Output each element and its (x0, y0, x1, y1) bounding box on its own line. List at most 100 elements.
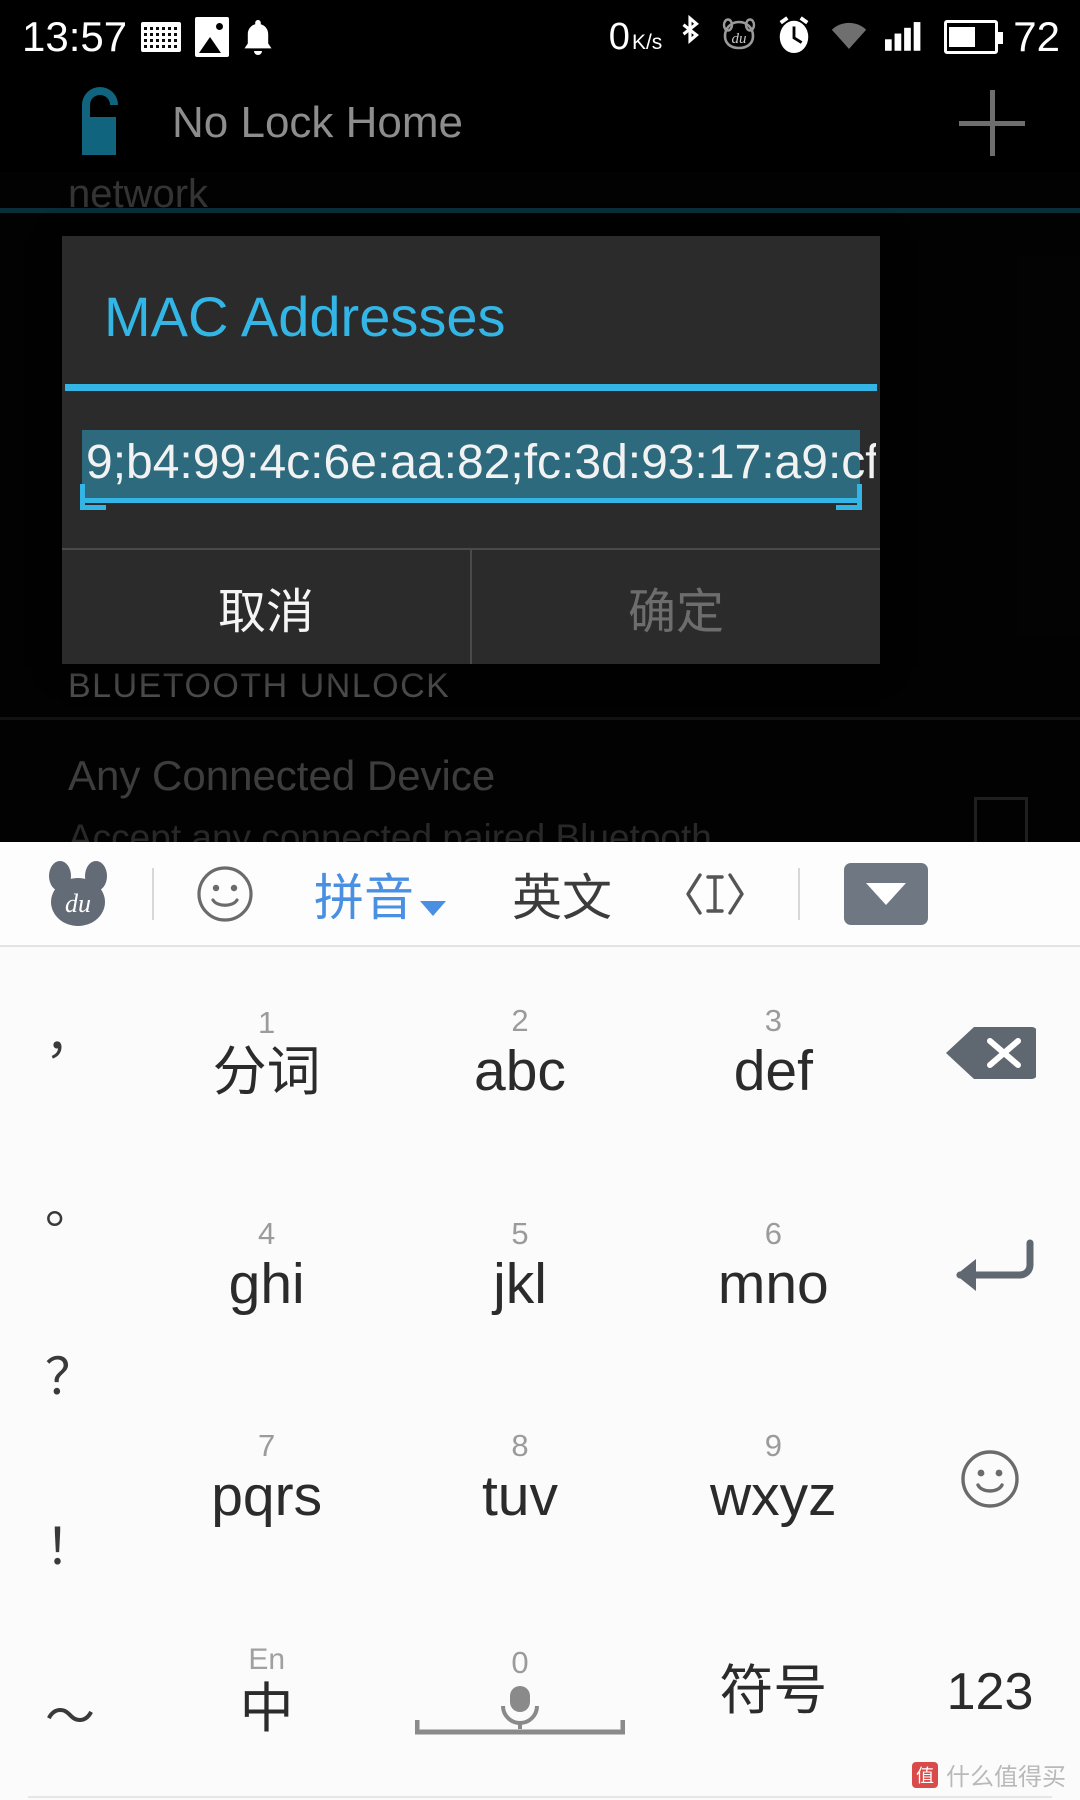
key-8-label: tuv (481, 1464, 559, 1529)
keyboard-toolbar: du 拼音 英文 (0, 842, 1080, 947)
key-space[interactable]: 0 (393, 1585, 646, 1798)
chevron-down-collapse-button[interactable] (844, 862, 928, 925)
enter-key[interactable] (900, 1160, 1080, 1373)
smiley-icon (960, 1449, 1020, 1509)
key-1-label: 分词 (212, 1041, 321, 1102)
backspace-icon (944, 1023, 1037, 1083)
status-clock: 13:57 (22, 13, 128, 60)
notification-bell-icon (243, 17, 273, 57)
mac-address-input[interactable]: 9;b4:99:4c:6e:aa:82;fc:3d:93:17:a9:cf (80, 426, 876, 510)
key-9-number: 9 (764, 1428, 782, 1464)
keyboard-body: ， 。 ？ ！ ～ 1 分词 2 abc 3 def 4 ghi 5 jkl 6… (0, 947, 1080, 1798)
photo-icon (195, 17, 230, 57)
selection-handle-right[interactable] (836, 484, 862, 510)
wifi-icon (828, 18, 870, 56)
key-5[interactable]: 5 jkl (393, 1160, 646, 1373)
smiley-icon[interactable] (196, 865, 254, 923)
enter-icon (946, 1239, 1034, 1293)
status-bar: 13:57 0 K/s du 72 (0, 0, 1080, 74)
key-2[interactable]: 2 abc (393, 947, 646, 1160)
mac-addresses-dialog: MAC Addresses 9;b4:99:4c:6e:aa:82;fc:3d:… (62, 236, 880, 664)
key-symbols[interactable]: 符号 (647, 1585, 900, 1798)
keypad-row-1: 1 分词 2 abc 3 def (28, 947, 1052, 1798)
key-9-label: wxyz (709, 1464, 837, 1529)
key-6-number: 6 (764, 1215, 782, 1251)
net-speed-unit: K/s (631, 30, 663, 54)
key-symbols-label: 符号 (719, 1661, 828, 1722)
svg-text:du: du (65, 889, 91, 918)
network-speed: 0 K/s (609, 16, 662, 59)
watermark-badge: 值 (912, 1761, 938, 1788)
tab-english[interactable]: 英文 (512, 858, 612, 930)
key-8[interactable]: 8 tuv (393, 1373, 646, 1586)
key-3-label: def (733, 1038, 813, 1103)
key-tilde[interactable]: ～ (0, 1628, 140, 1798)
unlock-icon (70, 83, 130, 164)
dialog-title: MAC Addresses (104, 285, 506, 348)
alarm-icon (775, 15, 813, 60)
dialog-title-divider (65, 384, 877, 391)
keypad-row-2: 4 ghi 5 jkl 6 mno (28, 1160, 1052, 1798)
watermark-text: 什么值得买 (946, 1764, 1066, 1791)
input-underline (82, 498, 860, 503)
toolbar-separator-2 (798, 867, 800, 920)
keypad-row-4: En 中 0 符号 (140, 1585, 900, 1798)
page-title: No Lock Home (172, 98, 464, 147)
emoji-key[interactable] (900, 1373, 1080, 1586)
key-4-number: 4 (258, 1215, 276, 1251)
key-period[interactable]: 。 (0, 1117, 140, 1287)
tab-pinyin[interactable]: 拼音 (314, 858, 446, 930)
cancel-button[interactable]: 取消 (62, 550, 470, 664)
tab-pinyin-label: 拼音 (314, 869, 414, 926)
key-3[interactable]: 3 def (647, 947, 900, 1160)
key-2-label: abc (474, 1038, 566, 1103)
svg-text:du: du (732, 31, 747, 47)
spacebar-mic-icon (414, 1684, 626, 1736)
key-space-number: 0 (511, 1645, 529, 1681)
key-2-number: 2 (511, 1002, 529, 1038)
keyboard-icon (141, 22, 182, 52)
cursor-move-icon[interactable] (684, 865, 746, 923)
key-1[interactable]: 1 分词 (140, 947, 393, 1160)
key-4-label: ghi (228, 1251, 305, 1316)
key-3-number: 3 (764, 1002, 782, 1038)
key-6-label: mno (717, 1251, 829, 1316)
ok-button[interactable]: 确定 (472, 550, 880, 664)
key-language-toggle-number: En (248, 1643, 286, 1677)
baidu-ime-keyboard: du 拼音 英文 ， 。 ？ ！ ～ 1 分词 2 abc 3 def 4 gh… (0, 842, 1080, 1800)
key-6[interactable]: 6 mno (647, 1160, 900, 1373)
key-5-label: jkl (493, 1251, 547, 1316)
punctuation-column: ， 。 ？ ！ ～ (0, 947, 140, 1798)
key-8-number: 8 (511, 1428, 529, 1464)
key-language-toggle-label: 中 (239, 1679, 294, 1740)
chevron-down-icon (420, 900, 446, 916)
toolbar-separator-1 (152, 867, 154, 920)
watermark: 值 什么值得买 (912, 1757, 1066, 1792)
phone-screen: 13:57 0 K/s du 72 No Lock Home network B… (0, 0, 1080, 1800)
baidu-du-icon[interactable]: du (42, 860, 114, 928)
key-language-toggle[interactable]: En 中 (140, 1585, 393, 1798)
mac-address-input-value: 9;b4:99:4c:6e:aa:82;fc:3d:93:17:a9:cf (86, 436, 876, 489)
key-comma[interactable]: ， (0, 947, 140, 1117)
app-bar: No Lock Home (0, 74, 1080, 172)
key-5-number: 5 (511, 1215, 529, 1251)
key-question[interactable]: ？ (0, 1287, 140, 1457)
function-column: 123 (900, 947, 1080, 1798)
key-9[interactable]: 9 wxyz (647, 1373, 900, 1586)
battery-icon (944, 20, 1004, 54)
battery-percent: 72 (1013, 13, 1060, 60)
backspace-key[interactable] (900, 947, 1080, 1160)
key-exclamation[interactable]: ！ (0, 1458, 140, 1628)
net-speed-value: 0 (608, 15, 630, 58)
add-button[interactable] (959, 90, 1025, 156)
key-1-number: 1 (258, 1004, 276, 1040)
status-bar-right: 0 K/s du 72 (609, 14, 1080, 61)
signal-icon (885, 18, 929, 56)
key-7[interactable]: 7 pqrs (140, 1373, 393, 1586)
key-7-number: 7 (258, 1428, 276, 1464)
key-4[interactable]: 4 ghi (140, 1160, 393, 1373)
baidu-ime-icon: du (718, 18, 760, 56)
bluetooth-icon (677, 14, 703, 61)
selection-handle-left[interactable] (80, 484, 106, 510)
numeric-key-label: 123 (946, 1662, 1034, 1721)
